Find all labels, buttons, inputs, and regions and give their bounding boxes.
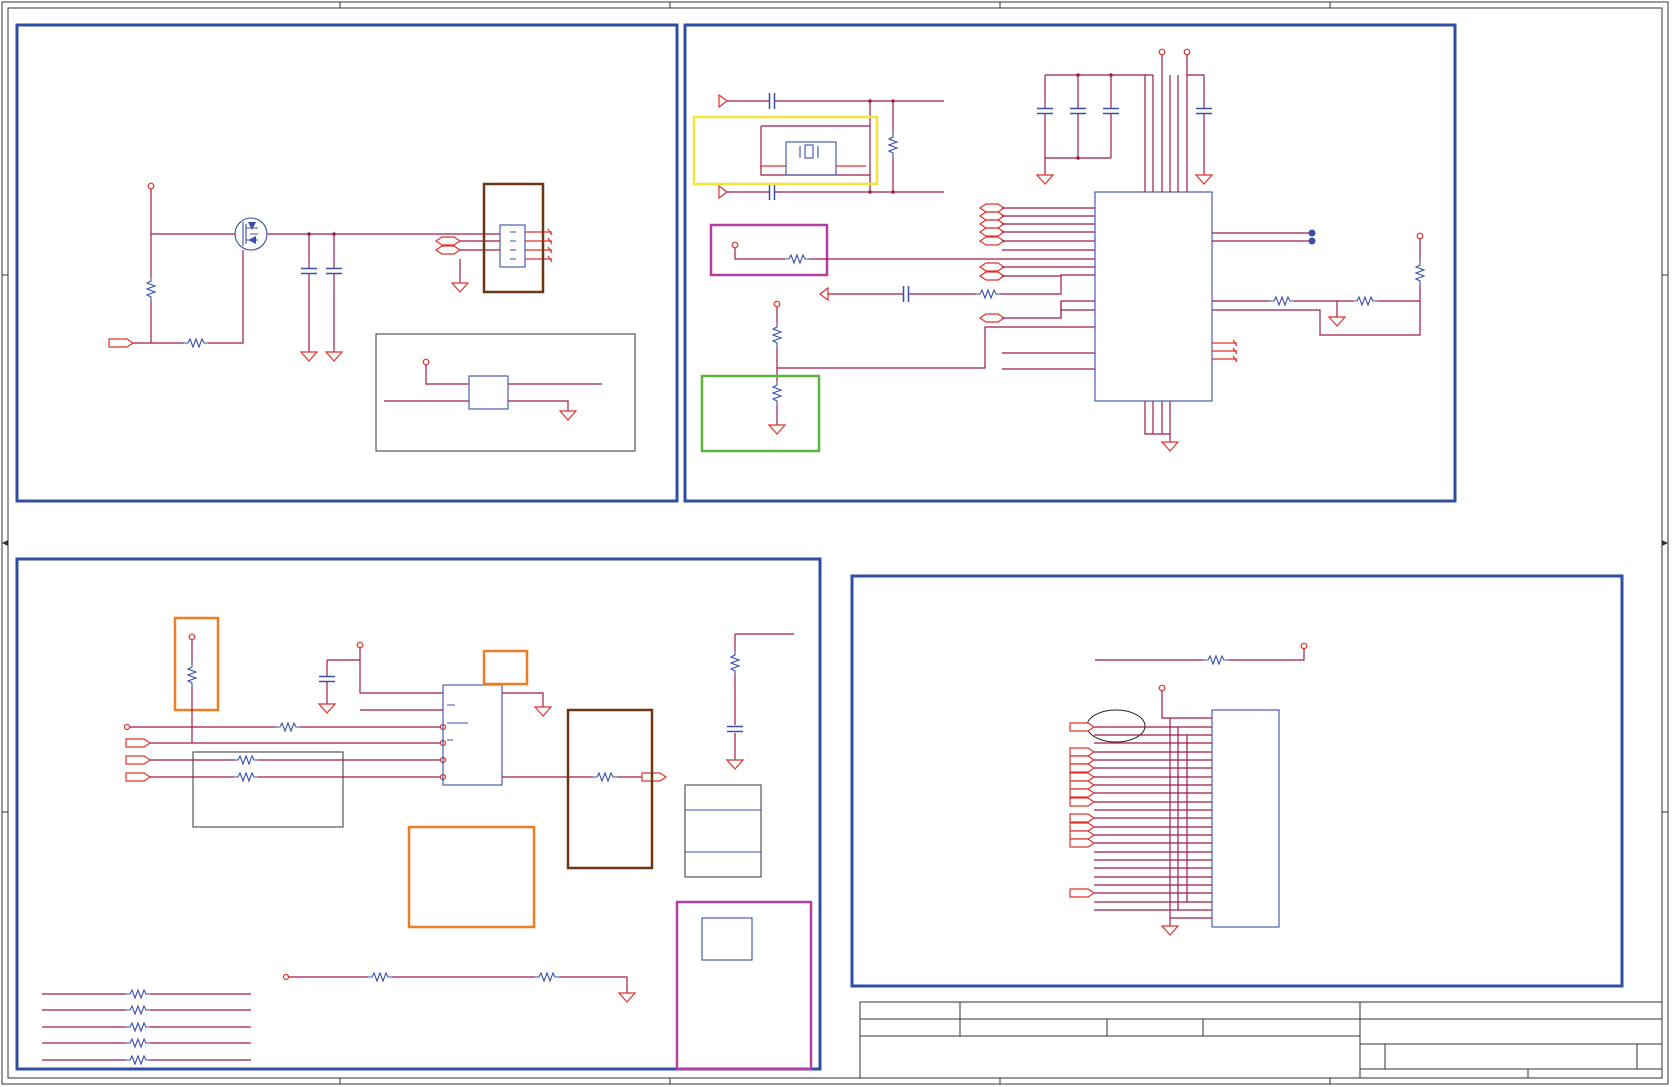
- block-power-switch: [15, 23, 679, 503]
- connector-ports: [1069, 722, 1095, 898]
- mcu-chip: [1094, 191, 1213, 402]
- schematic-sheet: [1, 1, 1669, 1085]
- mosfet-icon: [234, 217, 268, 251]
- header-connector: [1211, 709, 1280, 928]
- block-io-interface: [15, 557, 822, 1071]
- io-chip: [442, 684, 503, 786]
- block-microcontroller: [683, 23, 1457, 503]
- resistor-array: [42, 989, 251, 1065]
- connector-icon: [499, 224, 526, 268]
- crystal-icon: [785, 141, 837, 176]
- title-block: [859, 1001, 1663, 1079]
- drawing-frame: [1, 1, 1669, 1085]
- mcu-input-ports: [979, 203, 1005, 323]
- block-header-connector: [850, 574, 1624, 988]
